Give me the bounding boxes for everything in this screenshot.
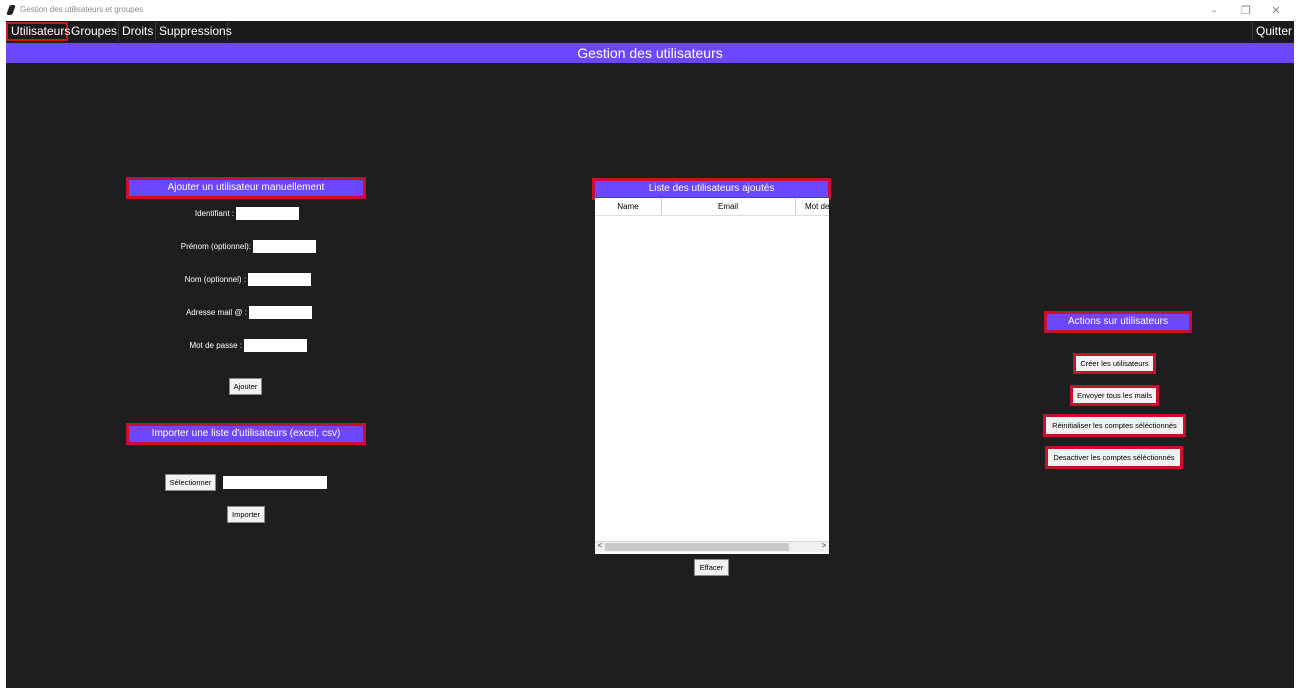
prenom-label: Prénom (optionnel): xyxy=(180,242,251,251)
column-header-email[interactable]: Email xyxy=(661,198,796,215)
quit-button[interactable]: Quitter xyxy=(1252,22,1294,41)
send-mails-button[interactable]: Envoyer tous les mails xyxy=(1070,385,1159,406)
nom-field[interactable] xyxy=(248,273,311,286)
identifiant-label: Identifiant : xyxy=(194,209,234,218)
identifiant-field[interactable] xyxy=(236,207,299,220)
scroll-left-icon[interactable]: < xyxy=(595,541,605,551)
tab-groupes[interactable]: Groupes xyxy=(68,22,119,41)
clear-button[interactable]: Effacer xyxy=(694,559,729,576)
password-label: Mot de passe : xyxy=(189,341,242,350)
app-window: Utilisateurs Groupes Droits Suppressions… xyxy=(6,21,1294,688)
import-button[interactable]: Importer xyxy=(227,506,265,523)
menu-bar: Utilisateurs Groupes Droits Suppressions… xyxy=(6,21,1294,42)
email-label: Adresse mail @ : xyxy=(185,308,247,317)
disable-selected-accounts-button[interactable]: Desactiver les comptes séléctionnés xyxy=(1045,446,1183,469)
import-section-title: Importer une liste d'utilisateurs (excel… xyxy=(126,423,366,445)
maximize-icon[interactable]: ❐ xyxy=(1236,3,1256,18)
add-user-button[interactable]: Ajouter xyxy=(229,378,262,395)
user-list-title: Liste des utilisateurs ajoutés xyxy=(592,178,831,200)
tab-droits[interactable]: Droits xyxy=(119,22,156,41)
actions-section-title: Actions sur utilisateurs xyxy=(1044,311,1192,333)
password-field[interactable] xyxy=(244,339,307,352)
prenom-field[interactable] xyxy=(253,240,316,253)
close-icon[interactable]: ✕ xyxy=(1266,3,1286,18)
tab-suppressions[interactable]: Suppressions xyxy=(156,22,232,41)
scroll-right-icon[interactable]: > xyxy=(819,541,829,551)
reset-selected-accounts-button[interactable]: Réinitialiser les comptes séléctionnés xyxy=(1043,414,1186,437)
minimize-icon[interactable]: – xyxy=(1204,3,1224,18)
users-table[interactable]: Name Email Mot de xyxy=(595,198,829,554)
column-header-name[interactable]: Name xyxy=(595,198,662,215)
column-header-password[interactable]: Mot de xyxy=(795,198,829,215)
nom-label: Nom (optionnel) : xyxy=(184,275,246,284)
email-field[interactable] xyxy=(249,306,312,319)
table-header: Name Email Mot de xyxy=(595,198,829,216)
tab-utilisateurs[interactable]: Utilisateurs xyxy=(6,22,70,41)
file-path-field[interactable] xyxy=(223,476,327,489)
select-file-button[interactable]: Sélectionner xyxy=(165,474,216,491)
horizontal-scrollbar[interactable]: < > xyxy=(595,541,829,552)
scrollbar-thumb[interactable] xyxy=(605,543,789,551)
page-title: Gestion des utilisateurs xyxy=(6,43,1294,63)
window-title: Gestion des utilisateurs et groupes xyxy=(20,5,144,14)
window-titlebar: Gestion des utilisateurs et groupes – ❐ … xyxy=(0,0,1300,21)
feather-icon xyxy=(6,5,16,15)
create-users-button[interactable]: Créer les utilisateurs xyxy=(1073,353,1156,374)
add-user-section-title: Ajouter un utilisateur manuellement xyxy=(126,177,366,199)
